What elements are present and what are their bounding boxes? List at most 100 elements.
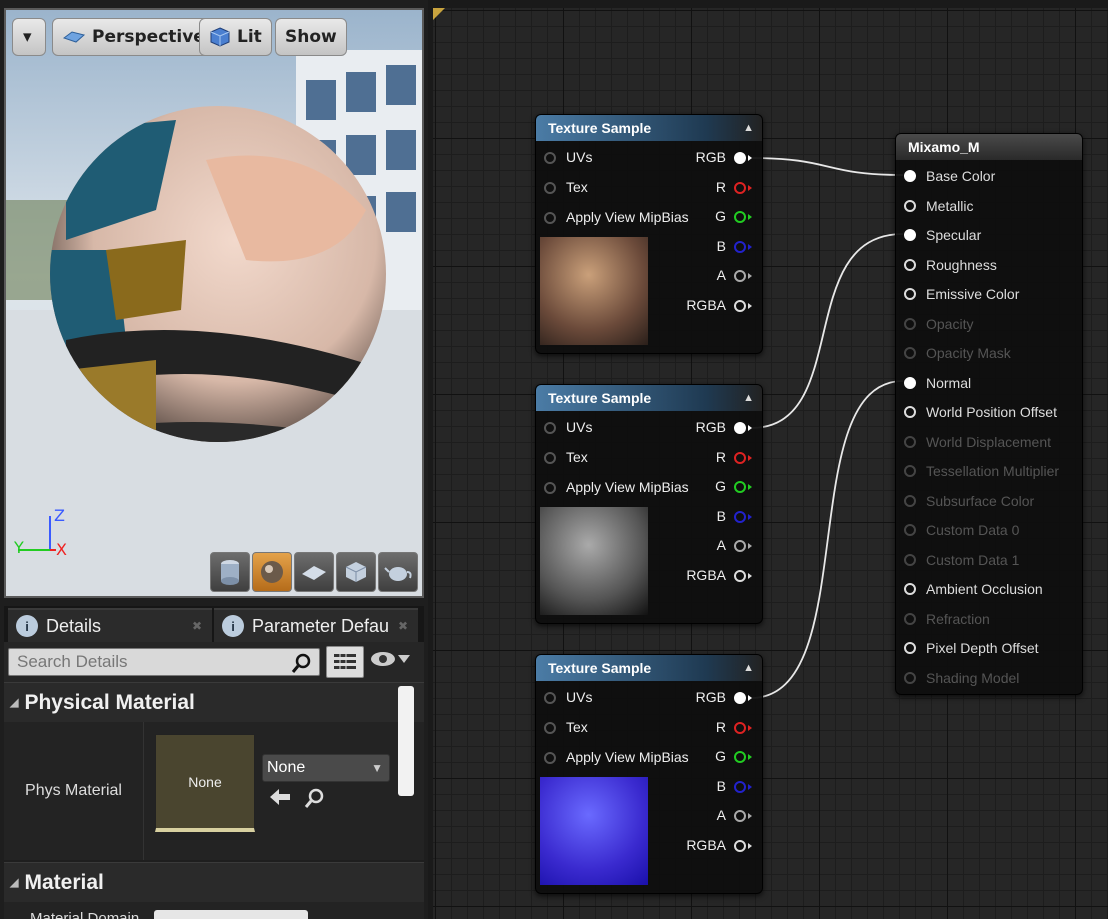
output-pin-rgba[interactable] bbox=[734, 569, 746, 582]
material-input-pin: Subsurface Color bbox=[904, 491, 1034, 511]
view-options-button[interactable] bbox=[326, 646, 364, 678]
sphere-preview-button[interactable] bbox=[252, 552, 292, 592]
pin-dot-icon bbox=[904, 347, 916, 359]
output-pin-b[interactable] bbox=[734, 780, 746, 793]
output-pin-rgba[interactable] bbox=[734, 839, 746, 852]
close-icon[interactable]: ✖ bbox=[192, 619, 202, 633]
collapse-arrow-icon[interactable]: ▲ bbox=[743, 655, 754, 681]
output-pin-label: A bbox=[716, 807, 726, 823]
category-material[interactable]: ◢ Material bbox=[4, 862, 424, 902]
input-pin[interactable] bbox=[544, 482, 556, 494]
input-pin-label: Apply View MipBias bbox=[566, 749, 689, 765]
material-input-pin[interactable]: Metallic bbox=[904, 196, 973, 216]
material-domain-combo[interactable] bbox=[154, 910, 308, 919]
output-pin-r[interactable] bbox=[734, 721, 746, 734]
material-preview-viewport[interactable]: ▾ Perspective Lit Show Z Y X bbox=[4, 8, 424, 598]
output-pin-g[interactable] bbox=[734, 751, 746, 763]
texture-thumbnail[interactable] bbox=[540, 777, 648, 885]
expand-triangle-icon: ◢ bbox=[10, 877, 19, 889]
browse-search-icon[interactable] bbox=[304, 788, 324, 808]
material-input-pin[interactable]: Ambient Occlusion bbox=[904, 579, 1043, 599]
teapot-preview-button[interactable] bbox=[378, 552, 418, 592]
texture-thumbnail[interactable] bbox=[540, 237, 648, 345]
output-pin-b[interactable] bbox=[734, 240, 746, 253]
material-input-pin[interactable]: Roughness bbox=[904, 255, 997, 275]
material-output-node[interactable]: Mixamo_M Base Color Metallic Specular Rough… bbox=[895, 133, 1083, 695]
input-pin[interactable] bbox=[544, 722, 556, 734]
texture-thumbnail[interactable] bbox=[540, 507, 648, 615]
output-pin-rgb[interactable] bbox=[734, 152, 746, 164]
pin-arrow-icon bbox=[748, 214, 752, 220]
collapse-arrow-icon[interactable]: ▲ bbox=[743, 385, 754, 411]
input-pin[interactable] bbox=[544, 452, 556, 464]
input-pin-label: UVs bbox=[566, 419, 593, 435]
cube-preview-button[interactable] bbox=[336, 552, 376, 592]
collapse-arrow-icon[interactable]: ▲ bbox=[743, 115, 754, 141]
material-input-pin[interactable]: Pixel Depth Offset bbox=[904, 638, 1039, 658]
close-icon[interactable]: ✖ bbox=[398, 619, 408, 633]
input-pin-label: Tex bbox=[566, 179, 588, 195]
material-pin-label: Opacity Mask bbox=[926, 345, 1011, 361]
pin-dot-icon bbox=[904, 288, 916, 300]
output-pin-g[interactable] bbox=[734, 481, 746, 493]
input-pin[interactable] bbox=[544, 182, 556, 194]
chevron-down-icon bbox=[398, 655, 410, 663]
output-pin-rgb[interactable] bbox=[734, 422, 746, 434]
material-input-pin[interactable]: Emissive Color bbox=[904, 284, 1019, 304]
phys-material-thumbnail[interactable]: None bbox=[155, 734, 255, 832]
texture-sample-node[interactable]: Texture Sample ▲ UVs Tex Apply View MipBias R… bbox=[535, 114, 763, 354]
output-pin-r[interactable] bbox=[734, 451, 746, 464]
texture-sample-node[interactable]: Texture Sample ▲ UVs Tex Apply View MipBias R… bbox=[535, 384, 763, 624]
output-pin-label: A bbox=[716, 267, 726, 283]
phys-material-combo[interactable]: None ▼ bbox=[262, 754, 390, 782]
tab-parameter-defaults[interactable]: i Parameter Defau ✖ bbox=[214, 608, 418, 642]
output-pin-a[interactable] bbox=[734, 270, 746, 282]
input-pin[interactable] bbox=[544, 752, 556, 764]
category-physical-material[interactable]: ◢ Physical Material bbox=[4, 682, 424, 722]
details-scrollbar[interactable] bbox=[398, 686, 414, 796]
lit-label: Lit bbox=[237, 27, 262, 47]
perspective-button[interactable]: Perspective bbox=[52, 18, 215, 56]
output-pin-a[interactable] bbox=[734, 810, 746, 822]
pin-arrow-icon bbox=[748, 572, 752, 579]
output-pin-b[interactable] bbox=[734, 510, 746, 523]
pin-arrow-icon bbox=[748, 783, 752, 790]
material-input-pin[interactable]: Specular bbox=[904, 225, 981, 245]
input-pin[interactable] bbox=[544, 152, 556, 164]
output-pin-rgba[interactable] bbox=[734, 299, 746, 312]
material-pin-label: Normal bbox=[926, 374, 972, 391]
input-pin[interactable] bbox=[544, 422, 556, 434]
viewport-options-button[interactable]: ▾ bbox=[12, 18, 46, 56]
output-pin-a[interactable] bbox=[734, 540, 746, 552]
wire-normal bbox=[750, 380, 904, 699]
material-pin-label: Metallic bbox=[926, 197, 974, 214]
lit-button[interactable]: Lit bbox=[199, 18, 272, 56]
output-pin-g[interactable] bbox=[734, 211, 746, 223]
texture-sample-node[interactable]: Texture Sample ▲ UVs Tex Apply View MipBias R… bbox=[535, 654, 763, 894]
tab-details[interactable]: i Details ✖ bbox=[8, 608, 212, 642]
list-grid-icon bbox=[334, 652, 356, 672]
cylinder-preview-button[interactable] bbox=[210, 552, 250, 592]
material-input-pin: World Displacement bbox=[904, 432, 1051, 452]
visibility-filter-button[interactable] bbox=[370, 650, 410, 668]
plane-preview-button[interactable] bbox=[294, 552, 334, 592]
material-graph-canvas[interactable]: Texture Sample ▲ UVs Tex Apply View MipBias R… bbox=[433, 8, 1108, 919]
material-input-pin[interactable]: Normal bbox=[904, 373, 971, 393]
material-domain-label: Material Domain bbox=[30, 910, 140, 919]
search-details-input[interactable]: Search Details bbox=[8, 648, 320, 676]
preview-shape-toolbar bbox=[210, 552, 418, 592]
pin-arrow-icon bbox=[748, 842, 752, 849]
output-pin-r[interactable] bbox=[734, 181, 746, 194]
material-pin-label: Specular bbox=[926, 227, 982, 243]
output-pin-rgb[interactable] bbox=[734, 692, 746, 704]
material-input-pin[interactable]: Base Color bbox=[904, 166, 995, 186]
material-input-pin: Custom Data 1 bbox=[904, 550, 1019, 570]
combo-value: None bbox=[267, 759, 306, 776]
input-pin[interactable] bbox=[544, 692, 556, 704]
input-pin[interactable] bbox=[544, 212, 556, 224]
phys-material-label: Phys Material bbox=[4, 722, 144, 860]
expand-triangle-icon: ◢ bbox=[10, 697, 19, 709]
use-selected-arrow-icon[interactable] bbox=[270, 788, 290, 806]
material-input-pin[interactable]: World Position Offset bbox=[904, 402, 1057, 422]
show-button[interactable]: Show bbox=[275, 18, 347, 56]
